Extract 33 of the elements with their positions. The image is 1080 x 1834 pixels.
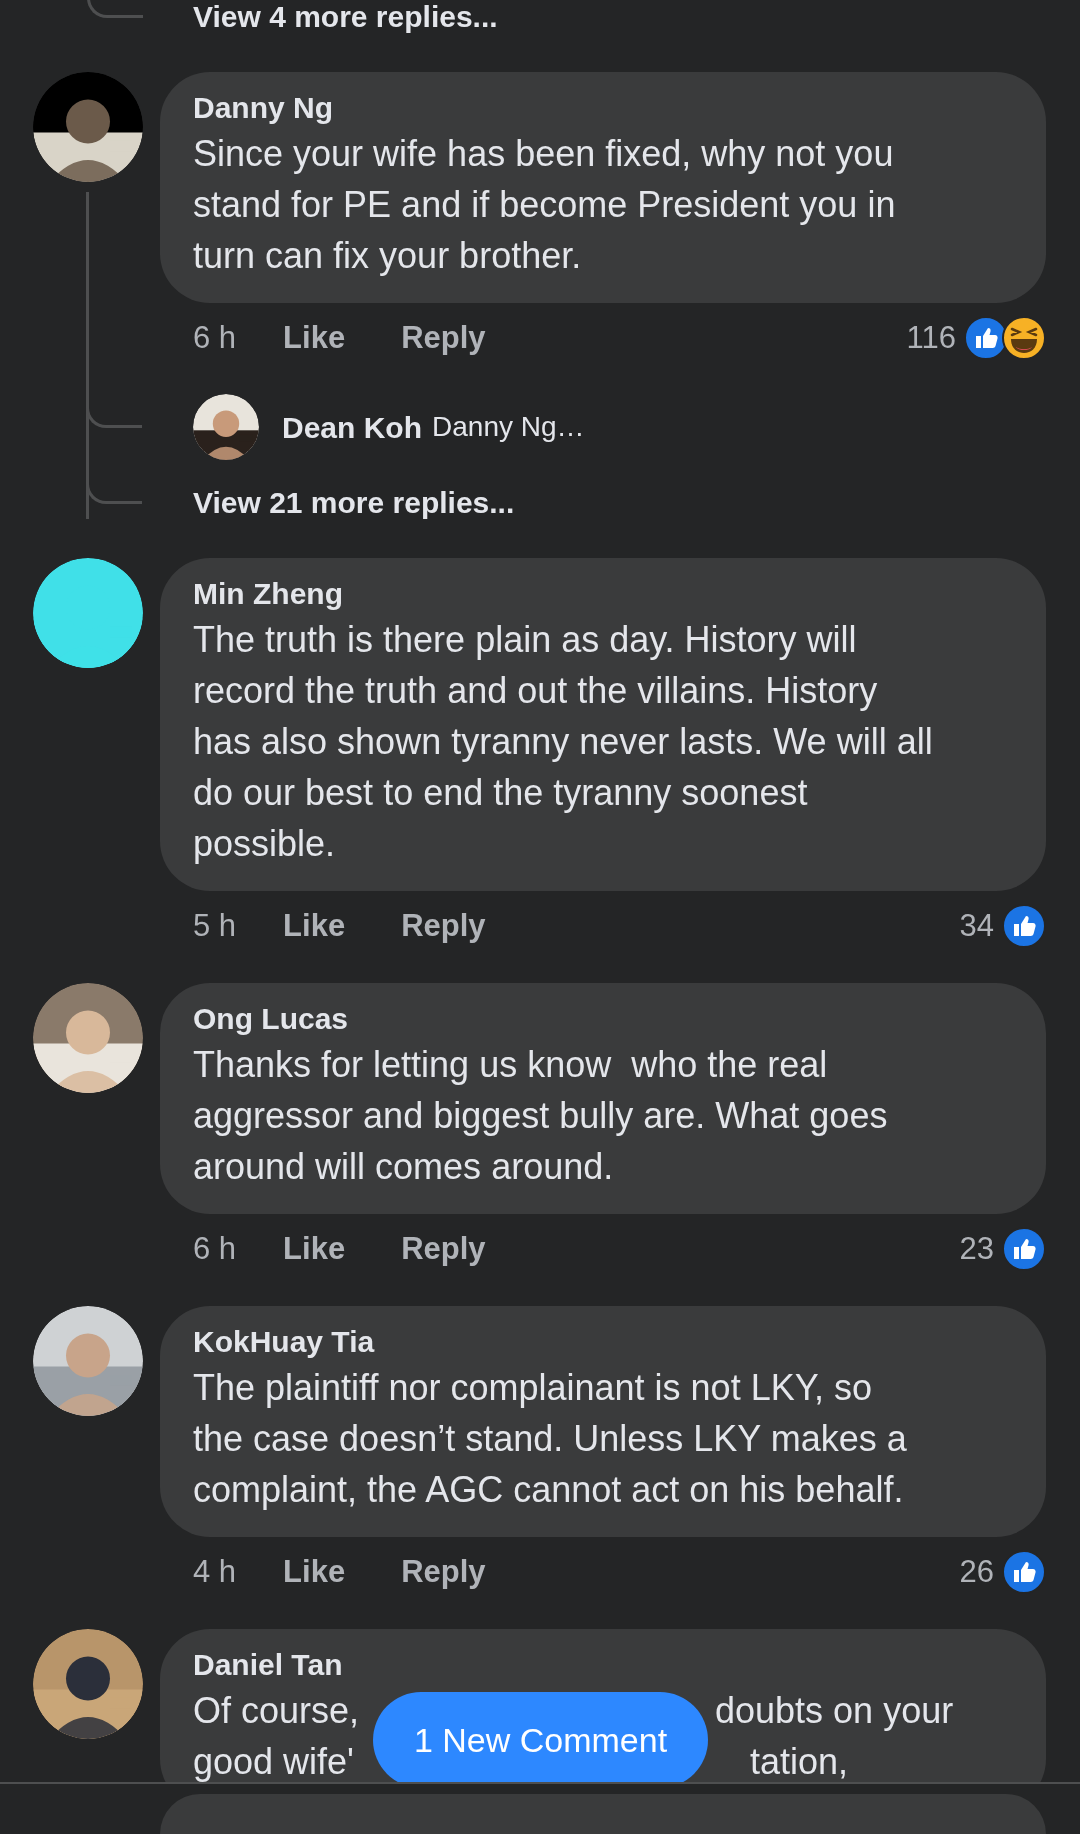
comment-text: The plaintiff nor complainant is not LKY, so the case doesn’t stand. Unless LKY makes a complaint, the AGC cannot act on his behalf.: [193, 1366, 908, 1512]
view-more-replies-link[interactable]: View 4 more replies...: [193, 0, 498, 39]
comment-text: tation,: [750, 1740, 849, 1782]
like-link[interactable]: Like: [283, 902, 346, 950]
commenter-name[interactable]: KokHuay Tia: [193, 1322, 375, 1362]
reaction-count: 34: [959, 906, 994, 945]
comment-text: doubts on your: [715, 1689, 954, 1731]
like-link[interactable]: Like: [283, 1225, 346, 1273]
comment-text: Since your wife has been fixed, why not you stand for PE and if become President you in turn can fix your brother.: [193, 132, 897, 278]
like-link[interactable]: Like: [283, 1548, 346, 1596]
commenter-name[interactable]: Min Zheng: [193, 574, 343, 614]
comment-text: Of course,: [193, 1689, 360, 1731]
reply-link[interactable]: Reply: [401, 1225, 486, 1273]
view-more-replies-link[interactable]: View 21 more replies...: [193, 479, 515, 525]
reaction-count: 116: [906, 318, 956, 357]
like-link[interactable]: Like: [283, 314, 346, 362]
comment-text: Thanks for letting us know who the real aggressor and biggest bully are. What goes around will comes around.: [193, 1043, 889, 1189]
comment-text: The truth is there plain as day. History will record the truth and out the villains. History has also shown tyranny never lasts. We will all do our best to end the tyranny soonest possible.: [193, 618, 934, 866]
reaction-count: 26: [959, 1552, 994, 1591]
comment-text: good wife': [193, 1740, 354, 1782]
reply-author-name[interactable]: Dean Koh: [282, 404, 422, 450]
reply-link[interactable]: Reply: [401, 1548, 486, 1596]
timestamp: 5 h: [193, 906, 237, 945]
commenter-name[interactable]: Ong Lucas: [193, 999, 349, 1039]
reply-link[interactable]: Reply: [401, 902, 486, 950]
reply-link[interactable]: Reply: [401, 314, 486, 362]
commenter-name[interactable]: Danny Ng: [193, 88, 333, 128]
timestamp: 6 h: [193, 1229, 237, 1268]
reaction-count: 23: [959, 1229, 994, 1268]
reply-preview-text: Danny Ng…: [432, 410, 585, 444]
timestamp: 4 h: [193, 1552, 237, 1591]
timestamp: 6 h: [193, 318, 237, 357]
commenter-name[interactable]: Daniel Tan: [193, 1645, 343, 1685]
